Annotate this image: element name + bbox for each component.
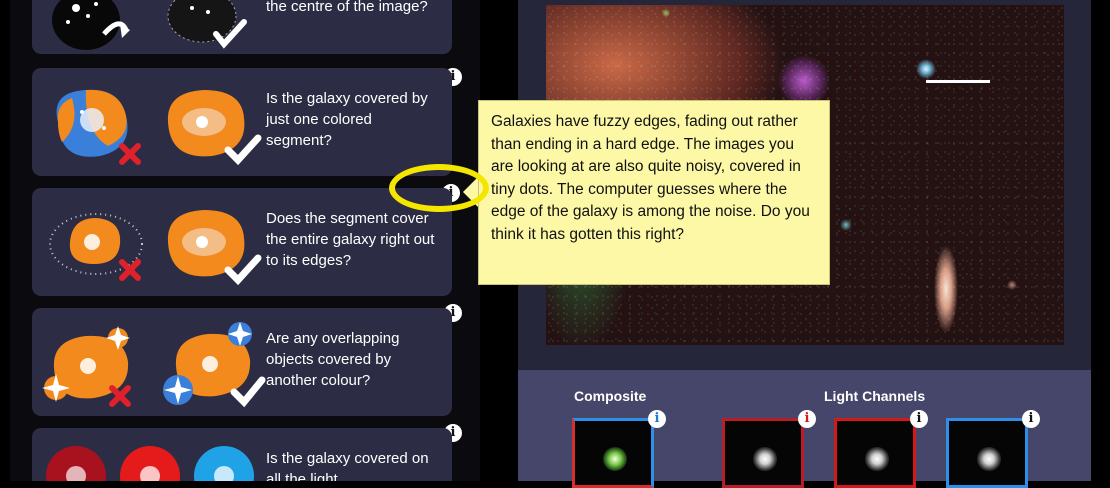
help-tooltip: Galaxies have fuzzy edges, fading out ra… (478, 100, 830, 285)
question-card-one-segment: Is the galaxy covered by just one colore… (32, 68, 452, 176)
channel-star (865, 447, 889, 471)
galaxy-black-example-icon (52, 0, 130, 50)
galaxy-dotted-example-icon (167, 0, 247, 49)
highlight-circle (389, 164, 489, 212)
channel-blue-icon (194, 446, 254, 481)
channel-star (977, 447, 1001, 471)
channel-thumbnail-2[interactable] (834, 418, 916, 488)
scale-bar (926, 80, 990, 83)
multi-segment-galaxy-icon (56, 89, 141, 165)
overlap-wrong-galaxy-icon (42, 326, 131, 407)
question-text: Does the segment cover the entire galaxy… (266, 210, 435, 269)
overlap-right-galaxy-icon (163, 322, 266, 408)
light-channels-label: Light Channels (824, 388, 926, 404)
channel-2-info-icon[interactable]: i (910, 410, 928, 428)
channel-3-info-icon[interactable]: i (1022, 410, 1040, 428)
question-card-overlapping: Are any overlapping objects covered by a… (32, 308, 452, 416)
channel-red-dark-icon (46, 446, 106, 481)
channel-thumbnail-1[interactable] (722, 418, 804, 488)
segment-full-galaxy-icon (167, 210, 262, 286)
tooltip-text: Galaxies have fuzzy edges, fading out ra… (491, 113, 810, 243)
question-text: Is the galaxy covered on all the light (266, 450, 429, 481)
single-segment-galaxy-icon (167, 90, 262, 166)
question-panel: the centre of the image? i Is the galaxy… (10, 0, 480, 481)
question-card-edges: Does the segment cover the entire galaxy… (32, 188, 452, 296)
channel-red-icon (120, 446, 180, 481)
question-text: Is the galaxy covered by just one colore… (266, 90, 428, 149)
channel-star (753, 447, 777, 471)
segment-too-small-galaxy-icon (49, 213, 143, 281)
question-card-centre: the centre of the image? (32, 0, 452, 54)
question-text: the centre of the image? (266, 0, 428, 15)
channel-1-info-icon[interactable]: i (798, 410, 816, 428)
composite-label: Composite (574, 388, 647, 404)
composite-info-icon[interactable]: i (648, 410, 666, 428)
composite-thumbnail[interactable] (572, 418, 654, 488)
question-text: Are any overlapping objects covered by a… (266, 330, 400, 389)
channel-thumbnail-3[interactable] (946, 418, 1028, 488)
question-card-light-channels: Is the galaxy covered on all the light (32, 428, 452, 481)
composite-star (603, 447, 627, 471)
